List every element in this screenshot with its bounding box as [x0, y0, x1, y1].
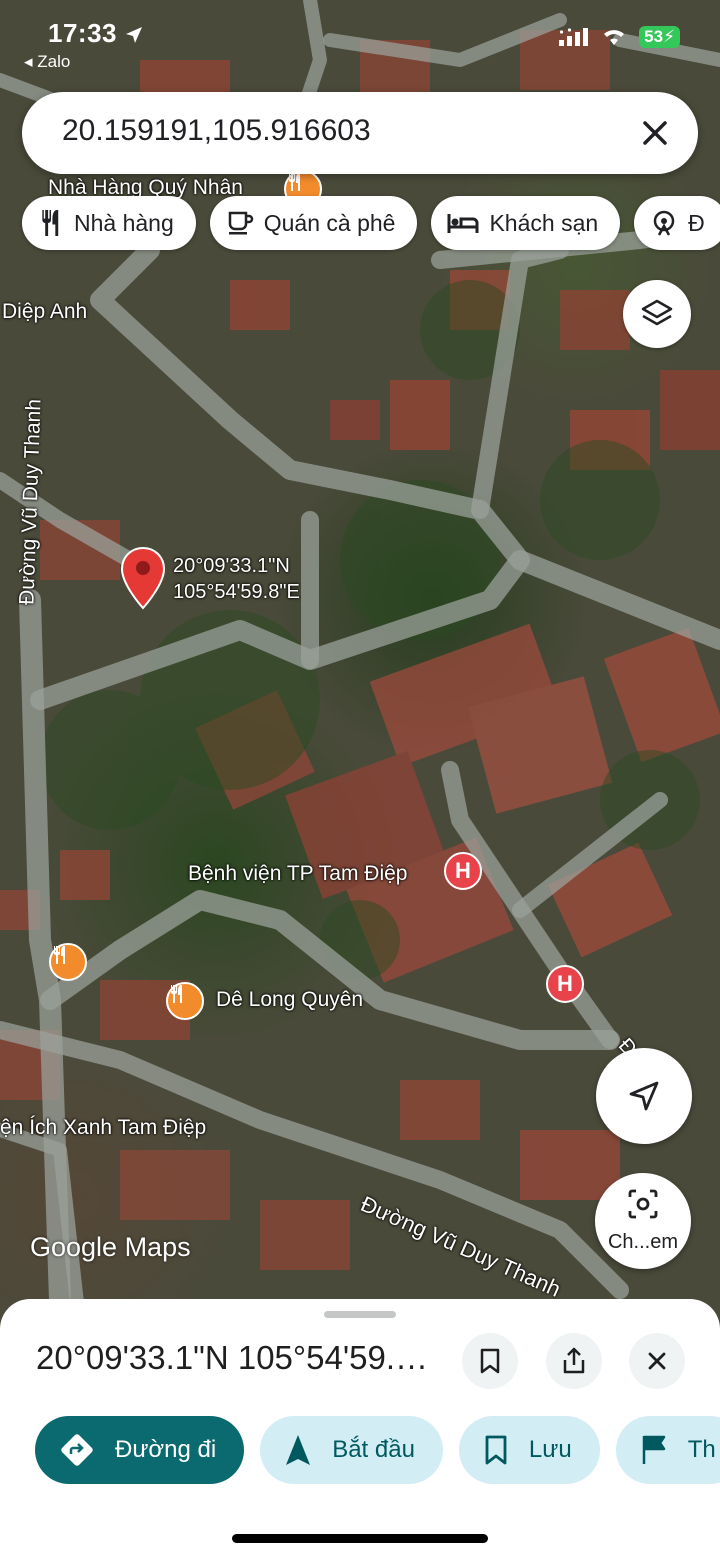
chip-attractions[interactable]: Đ — [634, 196, 720, 250]
google-maps-logo: Google Maps — [30, 1232, 191, 1262]
flag-icon — [642, 1435, 665, 1464]
wifi-icon — [604, 30, 625, 45]
fork-knife-icon — [171, 985, 182, 1003]
layers-button[interactable] — [623, 280, 691, 348]
map-label-hospital[interactable]: Bệnh viện TP Tam Điệp — [188, 862, 407, 886]
start-button[interactable]: Bắt đầu — [260, 1416, 443, 1484]
chip-coffee[interactable]: Quán cà phê — [209, 196, 418, 250]
category-chips: Nhà hàng Quán cà phê Khách sạn Đ — [22, 196, 720, 250]
search-bar[interactable]: 20.159191,105.916603 — [22, 92, 698, 174]
save-button[interactable]: Lưu — [458, 1416, 600, 1484]
camera-lens-icon — [628, 1189, 658, 1219]
directions-label: Đường đi — [115, 1436, 217, 1463]
bookmark-icon — [480, 1348, 500, 1374]
fork-knife-icon — [289, 173, 300, 191]
pin-coordinate-label: 20°09'33.1"N 105°54'59.8"E — [173, 553, 300, 605]
lens-label: Ch...em — [607, 1231, 679, 1253]
flag-label: Th — [687, 1436, 716, 1463]
coffee-cup-icon — [228, 211, 253, 235]
status-indicators: 53⚡ — [559, 26, 680, 48]
map-label-restaurant-de[interactable]: Dê Long Quyên — [216, 988, 363, 1012]
directions-button[interactable]: Đường đi — [35, 1416, 245, 1484]
attraction-icon — [653, 210, 675, 236]
directions-icon — [61, 1434, 93, 1466]
map-label-area-left[interactable]: Diệp Anh — [2, 300, 87, 324]
close-icon — [648, 1352, 666, 1370]
status-time: 17:33 — [48, 18, 143, 49]
my-location-button[interactable] — [596, 1048, 692, 1144]
search-input[interactable]: 20.159191,105.916603 — [62, 114, 371, 148]
flag-button[interactable]: Th — [615, 1416, 720, 1484]
save-icon-button[interactable] — [462, 1333, 518, 1389]
restaurant-poi-icon-de[interactable] — [166, 982, 204, 1020]
chip-label: Nhà hàng — [74, 209, 174, 236]
chip-hotels[interactable]: Khách sạn — [431, 196, 621, 250]
chip-label: Khách sạn — [489, 209, 599, 236]
share-button[interactable] — [546, 1333, 602, 1389]
start-label: Bắt đầu — [332, 1436, 415, 1463]
sheet-drag-handle[interactable] — [324, 1311, 396, 1318]
status-bar: 17:33 ◂ Zalo 53⚡ — [0, 10, 720, 72]
hospital-poi-icon[interactable]: H — [444, 852, 482, 890]
battery-indicator: 53⚡ — [639, 26, 680, 48]
layers-icon — [641, 299, 673, 326]
bed-icon — [447, 214, 479, 233]
back-to-app-link[interactable]: ◂ Zalo — [24, 52, 70, 72]
chip-restaurants[interactable]: Nhà hàng — [22, 196, 196, 250]
bookmark-icon — [485, 1435, 507, 1465]
sheet-title: 20°09'33.1"N 105°54'59.8"E — [36, 1339, 436, 1376]
location-arrow-icon — [125, 27, 142, 44]
lens-button[interactable]: Ch...em — [595, 1173, 691, 1269]
fork-knife-icon — [42, 210, 59, 236]
hospital-poi-icon-2[interactable]: H — [546, 965, 584, 1003]
action-buttons: Đường đi Bắt đầu Lưu Th — [35, 1416, 720, 1484]
chip-label: Quán cà phê — [263, 209, 396, 236]
fork-knife-icon — [54, 946, 65, 964]
navigation-arrow-icon — [629, 1081, 659, 1111]
pin-longitude: 105°54'59.8"E — [173, 581, 300, 603]
map-label-park[interactable]: ện Ích Xanh Tam Điệp — [0, 1116, 206, 1140]
navigation-arrow-icon — [286, 1435, 311, 1465]
restaurant-poi-icon-left[interactable] — [49, 943, 87, 981]
place-bottom-sheet[interactable]: 20°09'33.1"N 105°54'59.8"E Đường đi Bắt … — [0, 1299, 720, 1559]
save-label: Lưu — [528, 1436, 572, 1463]
close-icon[interactable] — [634, 112, 676, 154]
chip-label: Đ — [688, 209, 705, 236]
signal-icon — [559, 28, 589, 46]
share-icon — [563, 1347, 585, 1374]
home-indicator — [232, 1534, 488, 1543]
pin-latitude: 20°09'33.1"N — [173, 555, 290, 577]
close-sheet-button[interactable] — [629, 1333, 685, 1389]
